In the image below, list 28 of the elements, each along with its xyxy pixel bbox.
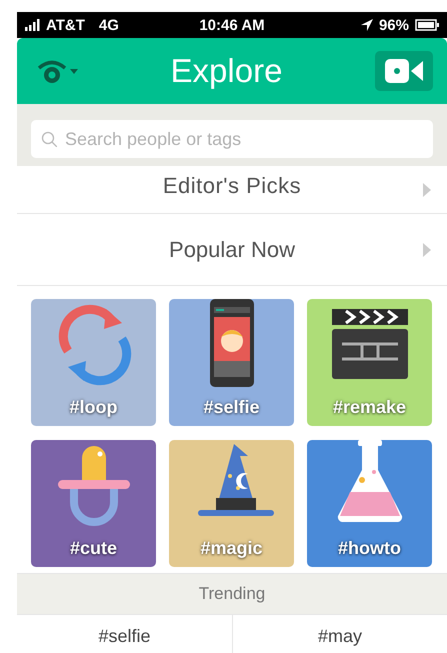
section-link[interactable]: Editor's Picks	[17, 166, 447, 214]
signal-icon	[25, 19, 40, 31]
tag-label: #loop	[70, 397, 118, 418]
section-heading: Trending	[198, 584, 266, 604]
tag-label: #selfie	[203, 397, 260, 418]
carrier-name: AT&T	[46, 16, 85, 34]
network-type: 4G	[98, 16, 119, 34]
battery-icon	[415, 19, 439, 31]
eye-icon	[37, 59, 67, 83]
trending-tag-link[interactable]: #may	[232, 615, 447, 653]
video-camera-icon	[384, 59, 423, 83]
tag-label: #cute	[70, 538, 118, 559]
tag-tile[interactable]: #cute	[31, 440, 156, 567]
section-link[interactable]: Popular Now	[17, 214, 447, 286]
tag-label: #remake	[332, 397, 406, 418]
chevron-icon	[423, 242, 431, 256]
tag-label: #magic	[200, 538, 263, 559]
trending-tag-link[interactable]: #selfie	[17, 615, 232, 653]
page-title: Explore	[170, 52, 282, 90]
tag-label: #howto	[338, 538, 401, 559]
search-field[interactable]: Search people or tags	[31, 120, 433, 158]
battery-percent: 96%	[378, 16, 409, 34]
location-arrow-icon	[360, 19, 373, 31]
chevron-icon	[423, 182, 431, 196]
camera-button[interactable]	[374, 51, 433, 91]
tag-tile[interactable]: #howto	[307, 440, 432, 567]
caret-icon	[70, 68, 78, 74]
clock-time: 10:46 AM	[199, 16, 265, 34]
